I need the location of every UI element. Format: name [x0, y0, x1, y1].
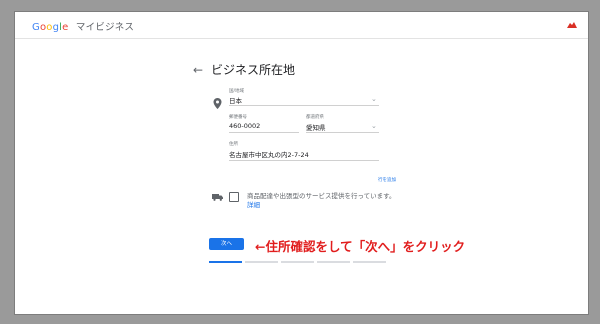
next-button[interactable]: 次へ	[209, 238, 244, 250]
address-field[interactable]: 名古屋市中区丸の内2-7-24	[229, 149, 309, 159]
postal-code-field[interactable]: 460-0002	[229, 122, 260, 130]
prefecture-select[interactable]: 愛知県	[306, 122, 326, 132]
address-label: 住所	[229, 142, 238, 147]
country-select[interactable]: 日本	[229, 95, 242, 105]
arrow-left-icon[interactable]: ←	[193, 63, 203, 77]
top-bar: Google マイビジネス	[15, 12, 588, 39]
chevron-down-icon[interactable]: ⌄	[371, 95, 377, 103]
country-underline	[229, 105, 379, 106]
progress-step-3	[281, 261, 314, 263]
account-logo-icon[interactable]	[566, 21, 578, 29]
chevron-down-icon[interactable]: ⌄	[371, 122, 377, 130]
details-link[interactable]: 詳細	[247, 201, 260, 209]
progress-step-5	[353, 261, 386, 263]
progress-step-4	[317, 261, 350, 263]
prefecture-underline	[306, 132, 379, 133]
service-description: 商品配達や出張型のサービス提供を行っています。 詳細	[247, 192, 397, 210]
window-frame: Google マイビジネス ← ビジネス所在地 国/地域 日本 ⌄ 郵便番号 4…	[15, 12, 588, 314]
prefecture-label: 都道府県	[306, 115, 324, 120]
address-underline	[229, 160, 379, 161]
progress-step-1	[209, 261, 242, 263]
app-name: マイビジネス	[75, 22, 135, 33]
service-area-checkbox[interactable]	[229, 192, 239, 202]
page-title: ビジネス所在地	[211, 63, 296, 77]
add-line-link[interactable]: 行を追加	[378, 177, 396, 183]
postal-code-label: 郵便番号	[229, 115, 247, 120]
google-my-business-logo[interactable]: Google マイビジネス	[32, 19, 134, 33]
postal-underline	[229, 132, 299, 133]
location-pin-icon	[213, 98, 222, 109]
country-label: 国/地域	[229, 89, 245, 94]
service-text: 商品配達や出張型のサービス提供を行っています。	[247, 192, 396, 200]
truck-icon	[212, 194, 223, 201]
instruction-annotation: ←住所確認をして「次へ」をクリック	[255, 239, 466, 254]
progress-step-2	[245, 261, 278, 263]
